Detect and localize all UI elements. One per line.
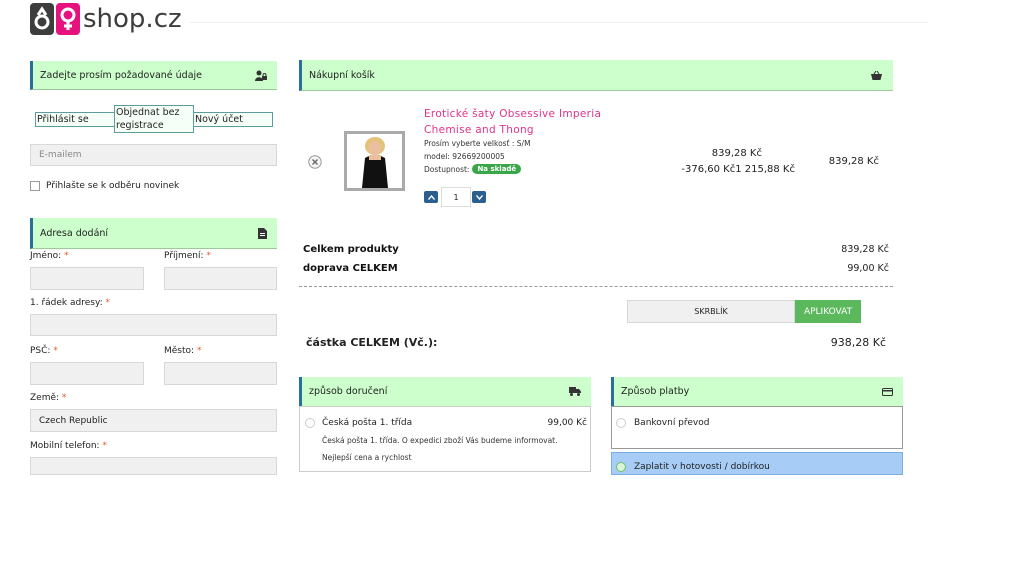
delivery-option-radio[interactable]: [305, 418, 315, 428]
newsletter-label: Přihlašte se k odběru novinek: [46, 181, 180, 191]
cart-panel-title: Nákupní košík: [309, 69, 375, 81]
delivery-panel-title: způsob doručení: [309, 386, 388, 397]
city-input[interactable]: [164, 362, 277, 385]
payment-cod-radio[interactable]: [616, 462, 626, 472]
product-price: 839,28 Kč: [711, 148, 762, 159]
details-panel-title: Zadejte prosím požadované údaje: [40, 69, 203, 81]
delivery-option-price: 99,00 Kč: [547, 418, 587, 428]
tab-login[interactable]: Přihlásit se: [35, 112, 115, 127]
site-logo[interactable]: shop.cz: [30, 2, 182, 36]
last-name-input[interactable]: [164, 267, 277, 290]
phone-label: Mobilní telefon: *: [30, 441, 107, 451]
product-image[interactable]: [344, 131, 405, 191]
email-input[interactable]: E-mailem: [30, 144, 277, 166]
details-panel-header: Zadejte prosím požadované údaje: [30, 61, 277, 90]
zip-label: PSČ: *: [30, 346, 58, 356]
phone-input[interactable]: [30, 457, 277, 475]
first-name-label: Jméno: *: [30, 251, 69, 261]
logo-text: shop.cz: [83, 4, 182, 34]
payment-bank-radio[interactable]: [616, 418, 626, 428]
first-name-input[interactable]: [30, 267, 144, 290]
shopping-basket-icon: [871, 70, 882, 80]
product-model: model: 92669200005: [424, 152, 505, 161]
user-lock-icon: [255, 70, 267, 81]
truck-icon: [569, 387, 581, 396]
delivery-option-note: Nejlepší cena a rychlost: [322, 453, 412, 462]
address-card-icon: [258, 227, 267, 239]
shipping-value: 99,00 Kč: [847, 263, 889, 274]
chevron-down-icon: [475, 194, 483, 200]
grand-total-value: 938,28 Kč: [830, 336, 886, 349]
country-label: Země: *: [30, 393, 67, 403]
chevron-up-icon: [427, 194, 435, 200]
apply-coupon-button[interactable]: APLIKOVAT: [795, 300, 861, 323]
totals-divider: [299, 286, 893, 287]
credit-card-icon: [882, 387, 893, 396]
product-line-total: 839,28 Kč: [828, 156, 879, 167]
product-name-link[interactable]: Erotické šaty Obsessive Imperia Chemise …: [424, 106, 604, 138]
product-size: Prosím vyberte velkosť : S/M: [424, 139, 531, 148]
quantity-decrease-button[interactable]: [472, 191, 486, 203]
product-thumbnail-icon: [361, 137, 388, 188]
male-symbol-icon: [30, 3, 54, 35]
address1-label: 1. řádek adresy: *: [30, 298, 111, 308]
payment-bank-label: Bankovní převod: [634, 418, 710, 428]
subtotal-label: Celkem produkty: [303, 244, 399, 255]
shipping-label: doprava CELKEM: [303, 263, 398, 274]
country-select[interactable]: Czech Republic: [30, 409, 277, 432]
product-discount: -376,60 Kč1 215,88 Kč: [681, 164, 795, 175]
tab-guest-checkout[interactable]: Objednat bez registrace: [114, 105, 194, 133]
zip-input[interactable]: [30, 362, 144, 385]
delivery-option-name: Česká pošta 1. třída: [322, 418, 413, 428]
delivery-option-description: Česká pošta 1. třída. O expedici zboží V…: [322, 436, 558, 445]
payment-panel-title: Způsob platby: [621, 386, 690, 397]
female-symbol-icon: [56, 3, 80, 35]
quantity-increase-button[interactable]: [424, 191, 438, 203]
in-stock-badge: Na skladě: [472, 164, 522, 174]
cart-panel-header: Nákupní košík: [299, 60, 893, 91]
address1-input[interactable]: [30, 314, 277, 336]
address-panel-header: Adresa dodání: [30, 218, 277, 249]
last-name-label: Příjmení: *: [164, 251, 211, 261]
product-availability: Dostupnost: Na skladě: [424, 164, 522, 174]
grand-total-label: částka CELKEM (Vč.):: [306, 336, 438, 349]
logo-symbol: [30, 3, 80, 35]
subtotal-value: 839,28 Kč: [841, 244, 889, 255]
city-label: Město: *: [164, 346, 202, 356]
address-panel-title: Adresa dodání: [40, 227, 109, 239]
quantity-input[interactable]: 1: [441, 187, 471, 207]
delivery-panel-header: způsob doručení: [299, 377, 591, 407]
payment-panel-header: Způsob platby: [611, 377, 903, 407]
newsletter-checkbox[interactable]: [30, 181, 40, 191]
remove-item-icon[interactable]: [308, 154, 322, 173]
payment-cod-label: Zaplatit v hotovosti / dobírkou: [634, 462, 770, 472]
tab-new-account[interactable]: Nový účet: [193, 112, 273, 127]
header-divider: [190, 22, 928, 23]
coupon-input[interactable]: SKRBLÍK: [627, 300, 795, 323]
